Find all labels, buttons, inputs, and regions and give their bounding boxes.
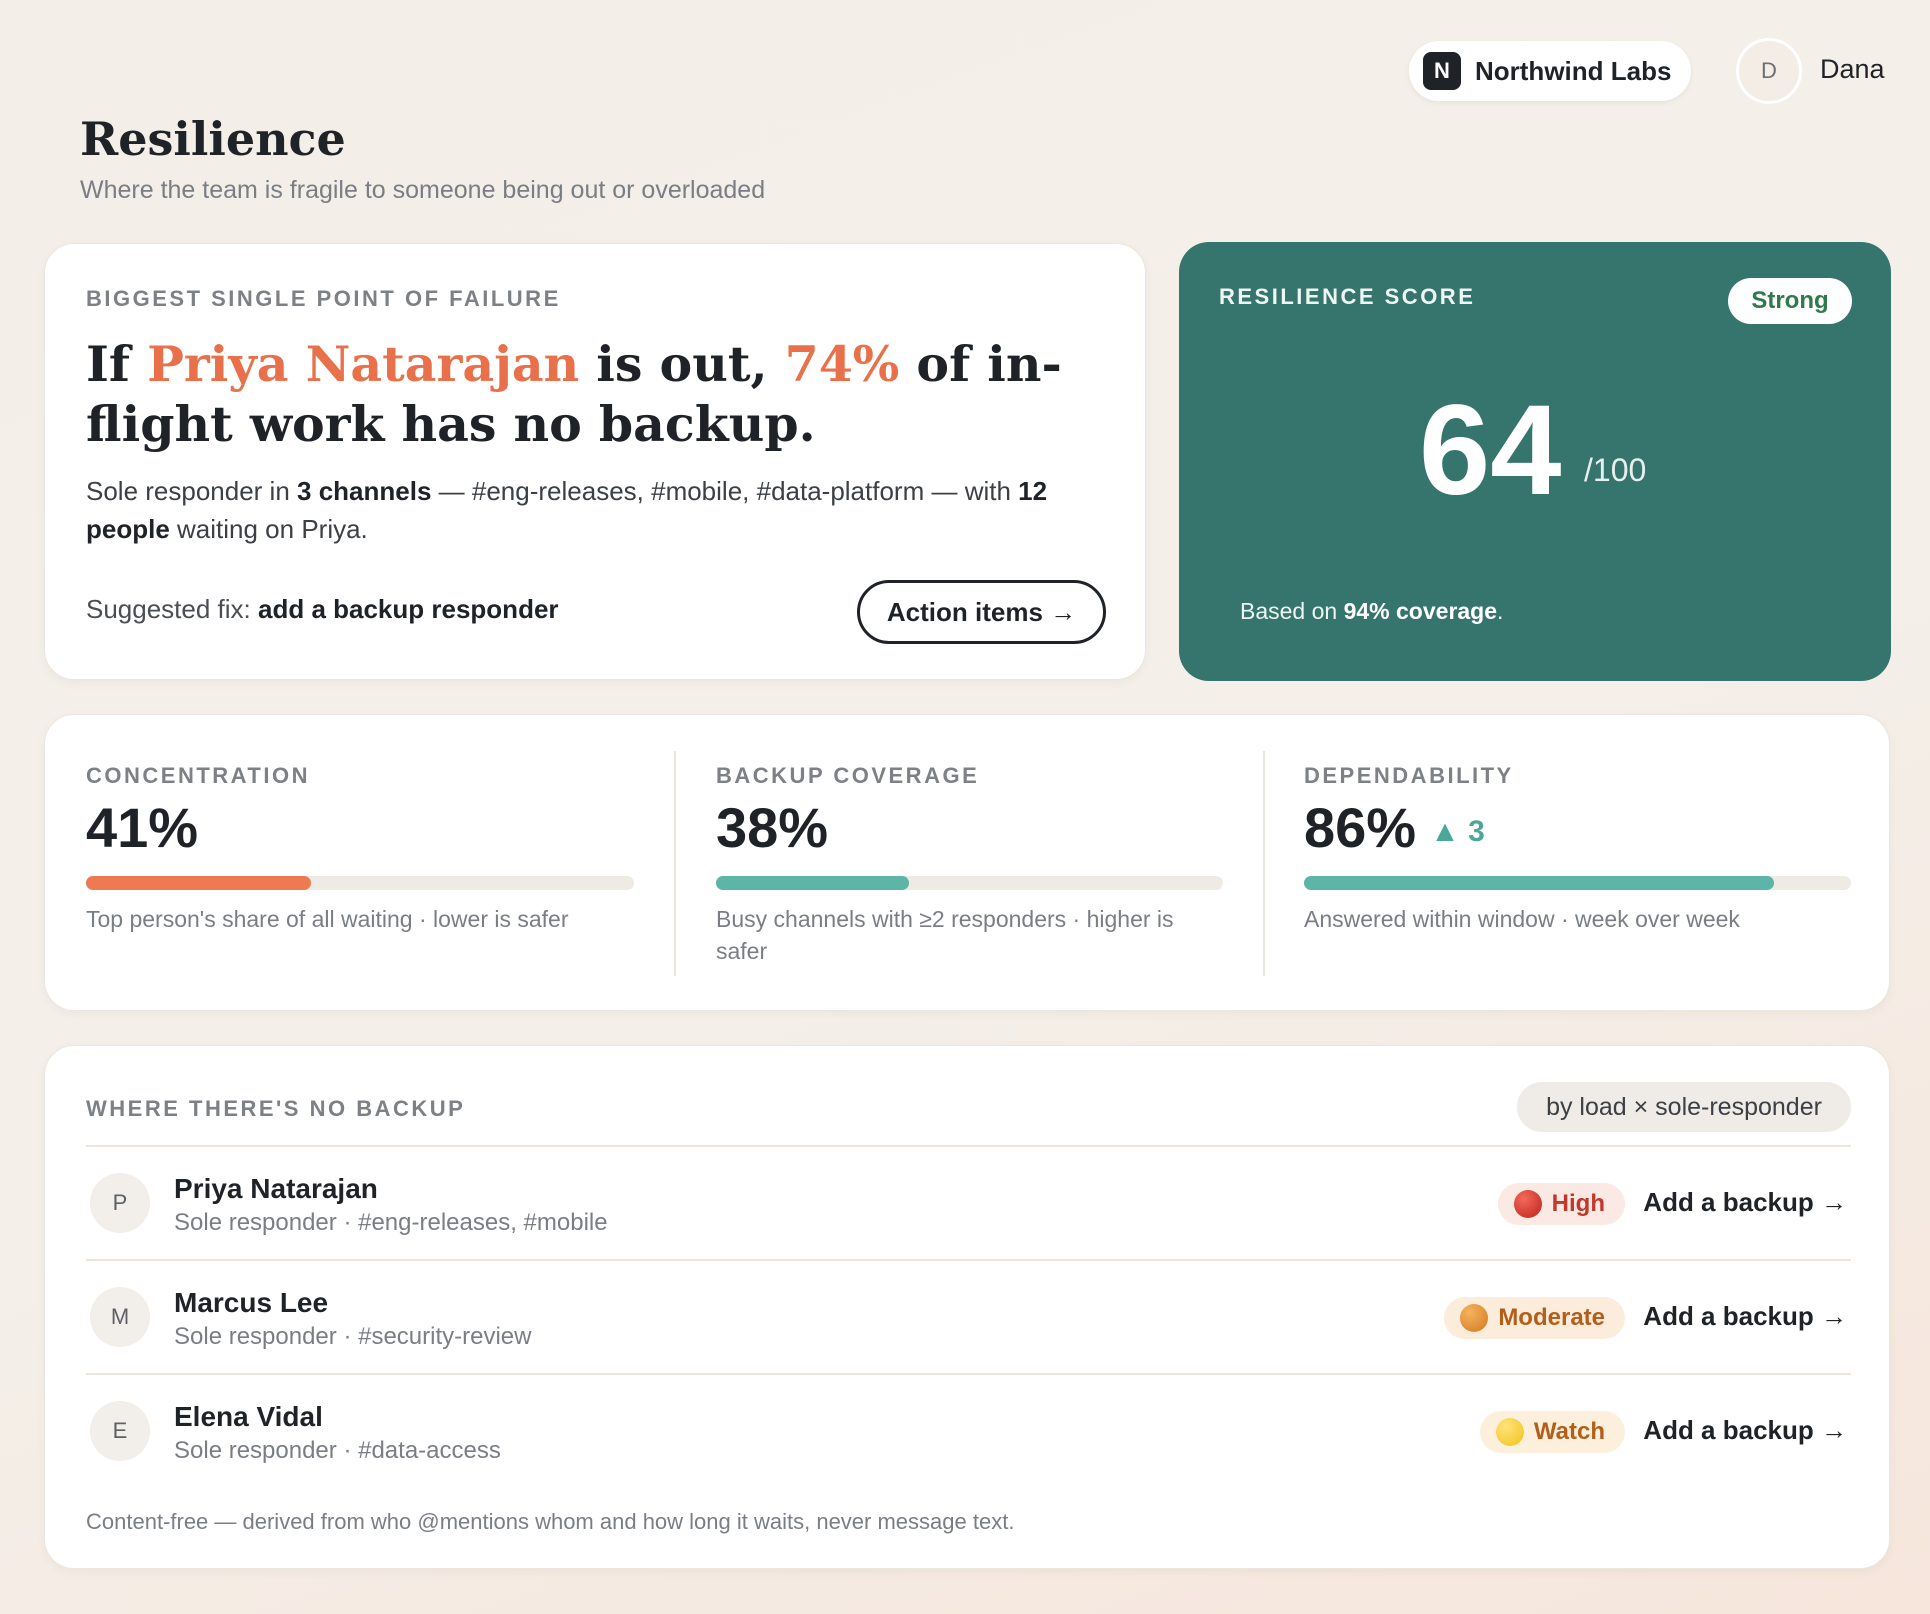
- metric-value-text: 86%: [1304, 796, 1417, 859]
- red-circle-icon: [1513, 1190, 1542, 1218]
- metric-backup-coverage: Backup coverage 38% Busy channels with ≥…: [716, 715, 1223, 1010]
- spof-percent: 74%: [784, 335, 900, 393]
- page-subtitle: Where the team is fragile to someone bei…: [80, 176, 766, 204]
- detail-text: — #eng-releases, #mobile, #data-platform…: [431, 476, 1019, 506]
- metric-label: Dependability: [1304, 763, 1514, 788]
- note-text: Based on: [1240, 598, 1344, 624]
- metric-divider: [1263, 751, 1265, 976]
- metric-divider: [674, 751, 676, 976]
- metric-description: Top person's share of all waiting · lowe…: [86, 906, 569, 932]
- person-name: Priya Natarajan: [174, 1173, 378, 1204]
- score-eyebrow: Resilience score: [1219, 284, 1476, 309]
- list-item: P Priya Natarajan Sole responder · #eng-…: [86, 1147, 1851, 1259]
- metric-description: Answered within window · week over week: [1304, 906, 1740, 932]
- risk-label: Moderate: [1498, 1304, 1605, 1331]
- risk-label: High: [1551, 1190, 1605, 1217]
- metric-bar: [716, 876, 1223, 890]
- detail-text: waiting on Priya.: [169, 514, 368, 544]
- note-text: .: [1497, 598, 1504, 624]
- list-item: M Marcus Lee Sole responder · #security-…: [86, 1261, 1851, 1373]
- metric-value-text: 41%: [86, 796, 199, 859]
- org-switcher[interactable]: N Northwind Labs: [1409, 41, 1691, 101]
- person-name: Marcus Lee: [174, 1287, 329, 1318]
- metric-concentration: Concentration 41% Top person's share of …: [86, 715, 634, 1010]
- risk-badge: High: [1497, 1183, 1625, 1225]
- person-name: Elena Vidal: [174, 1401, 323, 1432]
- user-avatar[interactable]: D: [1736, 38, 1802, 104]
- footnote: Content-free — derived from who @mention…: [86, 1509, 1015, 1534]
- risk-badge: Watch: [1479, 1411, 1625, 1453]
- metric-dependability: Dependability 86% ▲ 3 Answered within win…: [1304, 715, 1851, 1010]
- spof-person: Priya Natarajan: [147, 335, 580, 393]
- fix-value: add a backup responder: [258, 594, 559, 624]
- detail-channel-count: 3 channels: [297, 476, 432, 506]
- spof-headline: If Priya Natarajan is out, 74% of in-fli…: [86, 334, 1116, 454]
- spof-card: Biggest single point of failure If Priya…: [44, 243, 1146, 680]
- metric-value-text: 38%: [716, 796, 829, 859]
- metric-value: 41%: [86, 795, 198, 860]
- note-coverage: 94% coverage: [1343, 598, 1498, 624]
- add-backup-link[interactable]: Add a backup →: [1643, 1301, 1847, 1332]
- metric-bar-fill: [86, 876, 311, 890]
- metric-bar-fill: [716, 876, 909, 890]
- suggested-fix: Suggested fix: add a backup responder: [86, 594, 559, 625]
- page-title: Resilience: [80, 112, 346, 166]
- yellow-circle-icon: [1495, 1418, 1524, 1446]
- action-items-button[interactable]: Action items →: [857, 580, 1106, 644]
- metric-delta-up-icon: ▲ 3: [1430, 815, 1485, 849]
- add-backup-link[interactable]: Add a backup →: [1643, 1415, 1847, 1446]
- risk-label: Watch: [1533, 1418, 1605, 1445]
- person-channels: Sole responder · #data-access: [174, 1437, 501, 1464]
- metric-bar: [1304, 876, 1851, 890]
- score-status-badge: Strong: [1728, 278, 1852, 324]
- headline-mid: is out,: [579, 335, 785, 393]
- headline-pre: If: [86, 335, 148, 393]
- sort-selector[interactable]: by load × sole-responder: [1517, 1082, 1851, 1132]
- no-backup-eyebrow: Where there's no backup: [86, 1096, 466, 1121]
- add-backup-link[interactable]: Add a backup →: [1643, 1187, 1847, 1218]
- metric-bar-fill: [1304, 876, 1775, 890]
- avatar: E: [90, 1401, 150, 1461]
- avatar: P: [90, 1173, 150, 1233]
- fix-label: Suggested fix:: [86, 594, 258, 624]
- risk-badge: Moderate: [1444, 1297, 1625, 1339]
- score-max: /100: [1584, 452, 1647, 488]
- score-value: 64: [1419, 379, 1562, 522]
- no-backup-card: Where there's no backup by load × sole-r…: [44, 1045, 1890, 1569]
- metric-bar: [86, 876, 634, 890]
- score-note: Based on 94% coverage.: [1240, 598, 1503, 625]
- metric-value: 86% ▲ 3: [1304, 795, 1485, 860]
- metric-value: 38%: [716, 795, 828, 860]
- avatar: M: [90, 1287, 150, 1347]
- org-name: Northwind Labs: [1475, 55, 1672, 86]
- orange-circle-icon: [1460, 1304, 1489, 1332]
- metric-label: Concentration: [86, 763, 310, 788]
- detail-text: Sole responder in: [86, 476, 298, 506]
- org-logo-icon: N: [1423, 52, 1461, 90]
- user-name[interactable]: Dana: [1820, 54, 1885, 85]
- spof-eyebrow: Biggest single point of failure: [86, 286, 561, 311]
- metric-label: Backup coverage: [716, 763, 980, 788]
- spof-detail: Sole responder in 3 channels — #eng-rele…: [86, 472, 1116, 548]
- person-channels: Sole responder · #eng-releases, #mobile: [174, 1209, 608, 1236]
- metrics-card: Concentration 41% Top person's share of …: [44, 714, 1890, 1011]
- person-channels: Sole responder · #security-review: [174, 1323, 532, 1350]
- list-item: E Elena Vidal Sole responder · #data-acc…: [86, 1375, 1851, 1487]
- metric-description: Busy channels with ≥2 responders · highe…: [716, 906, 1174, 964]
